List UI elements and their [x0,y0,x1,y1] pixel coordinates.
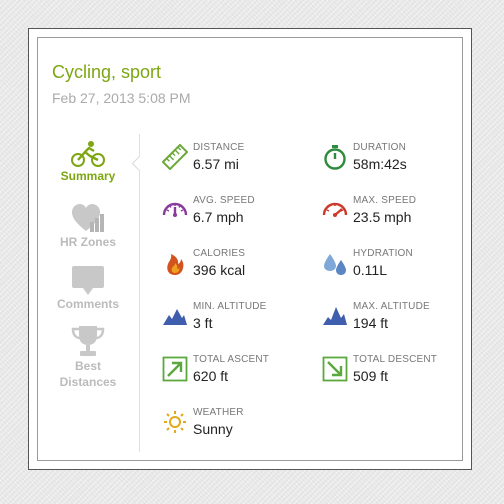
stat-weather: WEATHER Sunny [162,407,312,447]
stat-max-altitude: MAX. ALTITUDE 194 ft [322,301,472,341]
cyclist-icon [71,141,105,167]
stat-value: 3 ft [193,315,213,331]
speedometer-icon [322,202,348,217]
stat-label: TOTAL ASCENT [193,354,270,365]
sun-icon [164,411,186,433]
stopwatch-icon [324,145,346,170]
stat-total-ascent: TOTAL ASCENT 620 ft [162,354,312,394]
mountain-peak-icon [323,307,347,325]
sidebar-item-best-distances[interactable]: Best Distances [38,324,138,390]
stat-label: MAX. SPEED [353,195,417,206]
mountain-icon [163,309,187,325]
stat-value: 23.5 mph [353,209,412,225]
stat-value: 509 ft [353,368,389,384]
stat-value: 58m:42s [353,156,407,172]
stat-label: AVG. SPEED [193,195,255,206]
stat-avg-speed: AVG. SPEED 6.7 mph [162,195,312,235]
heart-chart-icon [72,204,104,232]
stat-value: 0.11L [353,262,387,278]
stat-label: MIN. ALTITUDE [193,301,267,312]
activity-card-frame: Cycling, sport Feb 27, 2013 5:08 PM Summ… [28,28,472,470]
stat-value: 396 kcal [193,262,246,278]
sidebar-item-summary[interactable]: Summary [38,140,138,184]
activity-datetime: Feb 27, 2013 5:08 PM [52,90,191,106]
stat-label: TOTAL DESCENT [353,354,438,365]
stat-label: HYDRATION [353,248,413,259]
stat-total-descent: TOTAL DESCENT 509 ft [322,354,472,394]
stat-value: 620 ft [193,368,229,384]
sidebar-item-comments[interactable]: Comments [38,264,138,312]
stat-label: WEATHER [193,407,244,418]
sidebar-item-label: Comments [56,297,119,311]
sidebar-item-label: HR Zones [59,235,116,249]
gauge-icon [162,202,188,217]
stat-label: MAX. ALTITUDE [353,301,430,312]
sidebar-item-label: Best Distances [59,359,117,389]
activity-title: Cycling, sport [52,62,162,82]
stat-calories: CALORIES 396 kcal [162,248,312,288]
arrow-up-right-icon [162,356,188,382]
stat-value: 6.57 mi [193,156,239,172]
stat-label: DURATION [353,142,407,153]
sidebar-item-hr-zones[interactable]: HR Zones [38,202,138,250]
sidebar-item-label: Summary [60,169,116,183]
stat-value: 194 ft [353,315,389,331]
trophy-icon [71,326,105,356]
activity-card: Cycling, sport Feb 27, 2013 5:08 PM Summ… [37,37,463,461]
stat-distance: DISTANCE 6.57 mi [162,142,312,182]
stat-duration: DURATION 58m:42s [322,142,472,182]
stat-label: CALORIES [193,248,246,259]
stat-value: Sunny [193,421,233,437]
stat-max-speed: MAX. SPEED 23.5 mph [322,195,472,235]
sidebar-divider [139,134,140,452]
comment-icon [72,266,104,295]
ruler-icon [162,144,188,170]
stat-value: 6.7 mph [193,209,244,225]
arrow-down-right-icon [322,356,348,382]
stat-min-altitude: MIN. ALTITUDE 3 ft [162,301,312,341]
water-drops-icon [324,254,346,275]
stat-label: DISTANCE [193,142,245,153]
flame-icon [167,254,184,275]
stat-hydration: HYDRATION 0.11L [322,248,472,288]
